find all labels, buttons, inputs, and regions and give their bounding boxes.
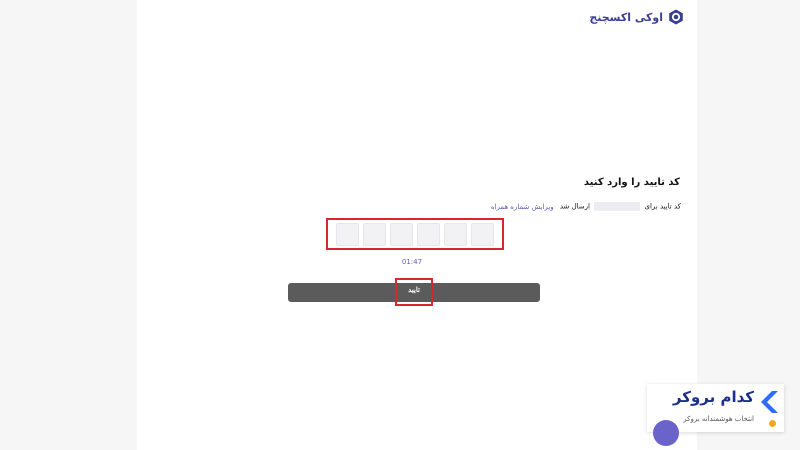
subtitle-prefix: کد تایید برای bbox=[644, 202, 681, 211]
confirm-button[interactable]: تایید bbox=[288, 283, 540, 302]
otp-digit-input[interactable] bbox=[471, 222, 494, 246]
page-title: کد تایید را وارد کنید bbox=[583, 177, 680, 188]
chevron-left-icon bbox=[761, 391, 778, 413]
masked-phone-number bbox=[594, 202, 641, 211]
resend-timer: 01:47 bbox=[401, 258, 423, 266]
watermark-subtitle: انتخاب هوشمندانه بروکر bbox=[683, 415, 754, 423]
confirm-button-label: تایید bbox=[408, 287, 420, 294]
support-chat-button[interactable] bbox=[653, 420, 679, 446]
otp-digit-input[interactable] bbox=[444, 222, 467, 246]
brand[interactable]: اوکی اکسچنج bbox=[589, 8, 684, 26]
brand-name: اوکی اکسچنج bbox=[589, 10, 663, 24]
dot-icon bbox=[769, 420, 776, 427]
verify-subtitle: کد تایید برای ارسال شد ویرایش شماره همرا… bbox=[137, 202, 697, 214]
edit-phone-link[interactable]: ویرایش شماره همراه bbox=[491, 203, 554, 211]
otp-digit-input[interactable] bbox=[390, 222, 413, 246]
otp-digit-input[interactable] bbox=[417, 222, 440, 246]
subtitle-suffix: ارسال شد bbox=[559, 202, 591, 211]
login-panel: اوکی اکسچنج کد تایید را وارد کنید کد تای… bbox=[137, 0, 697, 450]
hexagon-logo-icon bbox=[669, 9, 683, 25]
otp-input-group bbox=[326, 218, 504, 250]
watermark-title: کدام بروکر bbox=[672, 388, 754, 406]
otp-digit-input[interactable] bbox=[363, 222, 386, 246]
otp-digit-input[interactable] bbox=[336, 222, 359, 246]
